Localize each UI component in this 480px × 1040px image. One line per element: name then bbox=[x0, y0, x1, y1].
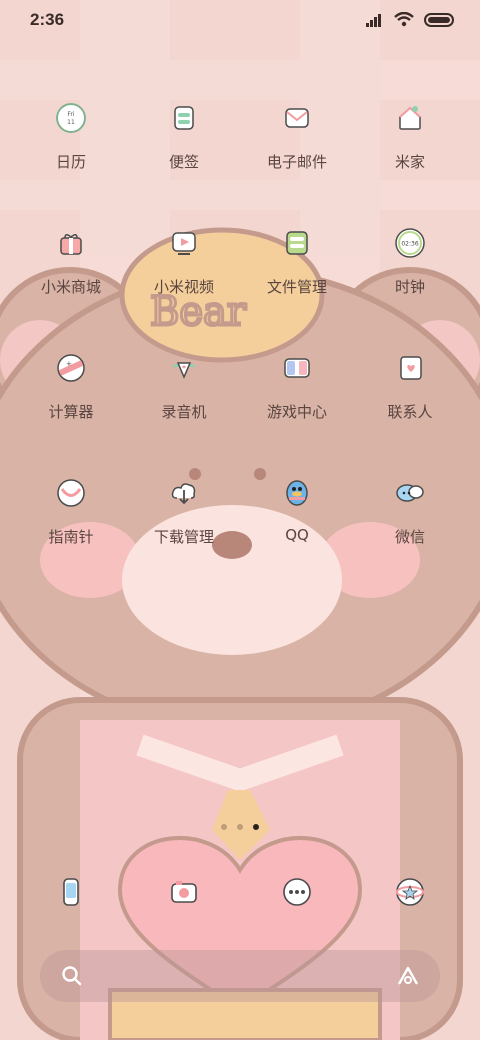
app-label: 计算器 bbox=[48, 403, 94, 421]
browser-icon bbox=[396, 878, 424, 906]
notes-icon bbox=[174, 106, 194, 130]
calculator-icon: + bbox=[57, 354, 85, 382]
app-label: 电子邮件 bbox=[266, 153, 327, 171]
recorder-icon bbox=[172, 362, 196, 379]
app-mihome[interactable]: 米家 bbox=[355, 103, 465, 172]
search-icon[interactable] bbox=[60, 964, 84, 988]
download-icon bbox=[171, 483, 196, 505]
messages-icon bbox=[283, 878, 311, 906]
email-icon bbox=[285, 108, 309, 128]
calendar-icon: Fri 11 bbox=[56, 103, 86, 133]
app-recorder[interactable]: 录音机 bbox=[129, 353, 239, 422]
camera-icon bbox=[171, 881, 197, 903]
app-mi-store[interactable]: 小米商城 bbox=[16, 228, 126, 297]
app-label: 米家 bbox=[394, 153, 425, 171]
dock-browser[interactable] bbox=[355, 876, 465, 908]
dock-messages[interactable] bbox=[242, 876, 352, 908]
app-label: 游戏中心 bbox=[266, 403, 327, 421]
app-mi-video[interactable]: 小米视频 bbox=[129, 228, 239, 297]
app-label: 日历 bbox=[55, 153, 86, 171]
app-label: 指南针 bbox=[48, 528, 94, 546]
page-dot[interactable] bbox=[237, 824, 243, 830]
home-icon bbox=[399, 106, 421, 130]
page-dot[interactable] bbox=[221, 824, 227, 830]
files-icon bbox=[286, 231, 308, 255]
assistant-icon[interactable] bbox=[396, 964, 420, 988]
store-icon bbox=[60, 234, 82, 255]
svg-text:02:36: 02:36 bbox=[401, 241, 418, 248]
app-clock[interactable]: 02:36 时钟 bbox=[355, 228, 465, 297]
app-label: 便签 bbox=[168, 153, 199, 171]
app-label: 文件管理 bbox=[266, 278, 327, 296]
app-label: 小米视频 bbox=[153, 278, 214, 296]
app-compass[interactable]: 指南针 bbox=[16, 478, 126, 547]
app-label: 小米商城 bbox=[40, 278, 101, 296]
svg-text:11: 11 bbox=[67, 119, 75, 126]
app-wechat[interactable]: 微信 bbox=[355, 478, 465, 547]
search-bar[interactable] bbox=[40, 950, 440, 1002]
compass-icon bbox=[57, 479, 85, 507]
app-file-manager[interactable]: 文件管理 bbox=[242, 228, 352, 297]
app-label: 微信 bbox=[394, 528, 425, 546]
battery-icon bbox=[424, 12, 454, 27]
app-game-center[interactable]: 游戏中心 bbox=[242, 353, 352, 422]
app-notes[interactable]: 便签 bbox=[129, 103, 239, 172]
app-calculator[interactable]: + 计算器 bbox=[16, 353, 126, 422]
wifi-icon bbox=[394, 12, 414, 27]
clock-icon: 02:36 bbox=[395, 228, 425, 258]
app-email[interactable]: 电子邮件 bbox=[242, 103, 352, 172]
status-bar: 2:36 bbox=[0, 0, 480, 40]
page-indicator[interactable] bbox=[0, 824, 480, 830]
wechat-icon bbox=[396, 484, 424, 502]
game-icon bbox=[284, 358, 310, 378]
phone-icon bbox=[63, 878, 79, 906]
app-label: 时钟 bbox=[394, 278, 425, 296]
svg-text:+: + bbox=[66, 360, 72, 368]
dock-phone[interactable] bbox=[16, 876, 126, 908]
app-contacts[interactable]: 联系人 bbox=[355, 353, 465, 422]
app-label: 联系人 bbox=[387, 403, 433, 421]
app-label: 下载管理 bbox=[153, 528, 214, 546]
video-icon bbox=[172, 232, 196, 255]
signal-icon bbox=[366, 13, 381, 27]
app-qq[interactable]: QQ bbox=[242, 478, 352, 544]
contacts-icon bbox=[400, 356, 422, 380]
app-label: QQ bbox=[285, 526, 309, 544]
app-label: 录音机 bbox=[161, 403, 207, 421]
app-download-manager[interactable]: 下载管理 bbox=[129, 478, 239, 547]
app-calendar[interactable]: Fri 11 日历 bbox=[16, 103, 126, 172]
svg-text:Fri: Fri bbox=[67, 111, 74, 118]
dock-camera[interactable] bbox=[129, 876, 239, 908]
status-time: 2:36 bbox=[30, 10, 65, 29]
page-dot-active[interactable] bbox=[253, 824, 259, 830]
qq-icon bbox=[286, 480, 308, 506]
